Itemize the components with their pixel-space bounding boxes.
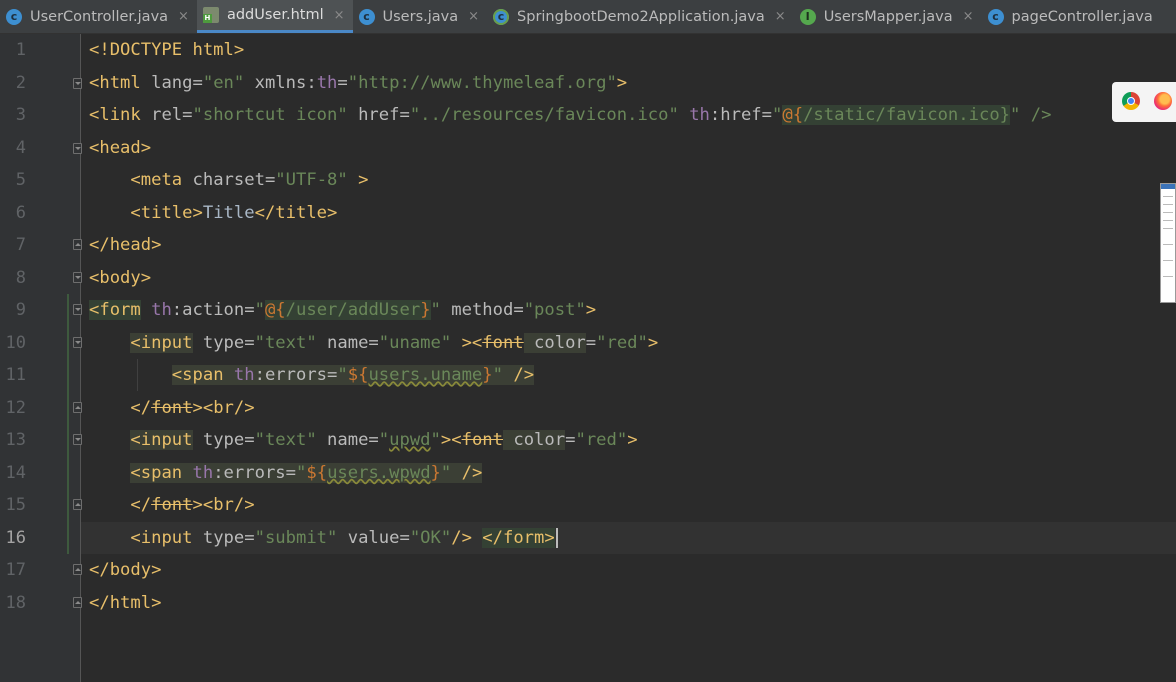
tab-label: pageController.java	[1011, 8, 1153, 25]
code-line-2: <html lang="en" xmlns:th="http://www.thy…	[89, 72, 628, 93]
tab-label: UserController.java	[30, 8, 169, 25]
java-class-icon: c	[358, 8, 375, 25]
tab-label: Users.java	[382, 8, 459, 25]
close-icon[interactable]: ×	[334, 8, 345, 23]
tab-label: addUser.html	[226, 7, 324, 23]
line-number: 18	[5, 592, 26, 613]
window-thumbnail	[1160, 183, 1176, 303]
line-number: 15	[5, 495, 26, 515]
code-line-3: <link rel="shortcut icon" href="../resou…	[89, 105, 1052, 125]
code-line-4: <head>	[89, 137, 152, 158]
line-number: 4	[15, 137, 26, 158]
code-line-16-current: <input type="submit" value="OK"/> </form…	[81, 521, 1176, 554]
line-number: 3	[15, 105, 26, 125]
tab-springbootdemo2application[interactable]: c SpringbootDemo2Application.java ×	[487, 0, 794, 33]
code-line-8: <body>	[89, 267, 152, 288]
line-number: 8	[15, 267, 26, 288]
code-line-18: </html>	[89, 592, 162, 613]
line-number: 11	[5, 365, 26, 385]
line-number: 10	[5, 332, 26, 353]
java-class-icon: c	[6, 8, 22, 25]
tab-usercontroller[interactable]: c UserController.java ×	[0, 0, 197, 33]
code-line-15: </font><br/>	[130, 495, 255, 515]
text-caret	[555, 527, 558, 548]
line-number: 1	[15, 40, 26, 60]
tab-label: UsersMapper.java	[823, 8, 953, 25]
close-icon[interactable]: ×	[178, 9, 189, 24]
tab-adduser[interactable]: H addUser.html ×	[196, 0, 353, 33]
line-number: 7	[15, 235, 26, 255]
chrome-icon[interactable]	[1122, 92, 1140, 110]
code-line-12: </font><br/>	[130, 397, 255, 418]
java-interface-icon: I	[799, 8, 816, 25]
code-line-13: <input type="text" name="upwd"><font col…	[130, 430, 638, 450]
spring-boot-class-icon: c	[493, 8, 510, 25]
line-number: 6	[15, 202, 26, 223]
line-number: 2	[15, 72, 26, 93]
code-line-7: </head>	[89, 235, 162, 255]
line-number-current: 16	[5, 527, 26, 548]
line-number: 13	[5, 430, 26, 450]
browser-preview-strip	[1112, 82, 1176, 122]
code-line-5: <meta charset="UTF-8" >	[130, 170, 369, 190]
code-line-9: <form th:action="@{/user/addUser}" metho…	[89, 300, 597, 320]
close-icon[interactable]: ×	[468, 9, 479, 24]
tab-label: SpringbootDemo2Application.java	[517, 8, 765, 25]
code-line-10: <input type="text" name="uname" ><font c…	[130, 332, 659, 353]
line-number: 17	[5, 560, 26, 580]
tab-usersmapper[interactable]: I UsersMapper.java ×	[794, 0, 982, 33]
editor-gutter[interactable]: 1 2 3 4 5 6 7 8 9 10 11 12 13 14 15 16 1…	[0, 34, 82, 682]
change-marker	[67, 294, 69, 554]
code-editor[interactable]: <!DOCTYPE html> <html lang="en" xmlns:th…	[81, 34, 1176, 682]
line-number: 5	[15, 170, 26, 190]
tab-users[interactable]: c Users.java ×	[353, 0, 488, 33]
editor-tab-bar: c UserController.java × H addUser.html ×…	[0, 0, 1176, 34]
line-number: 9	[15, 300, 26, 320]
code-line-14: <span th:errors="${users.wpwd}" />	[130, 462, 483, 483]
code-line-17: </body>	[89, 560, 162, 580]
line-number: 14	[5, 462, 26, 483]
code-line-1: <!DOCTYPE html>	[89, 40, 245, 60]
close-icon[interactable]: ×	[775, 9, 786, 24]
code-line-11: <span th:errors="${users.uname}" />	[171, 365, 535, 385]
java-class-icon: c	[987, 8, 1004, 25]
line-number: 12	[5, 397, 26, 418]
firefox-icon[interactable]	[1154, 92, 1172, 110]
code-line-6: <title>Title</title>	[130, 202, 338, 223]
close-icon[interactable]: ×	[963, 9, 974, 24]
tab-pagecontroller[interactable]: c pageController.java	[982, 0, 1161, 33]
html-file-icon: H	[202, 7, 219, 23]
